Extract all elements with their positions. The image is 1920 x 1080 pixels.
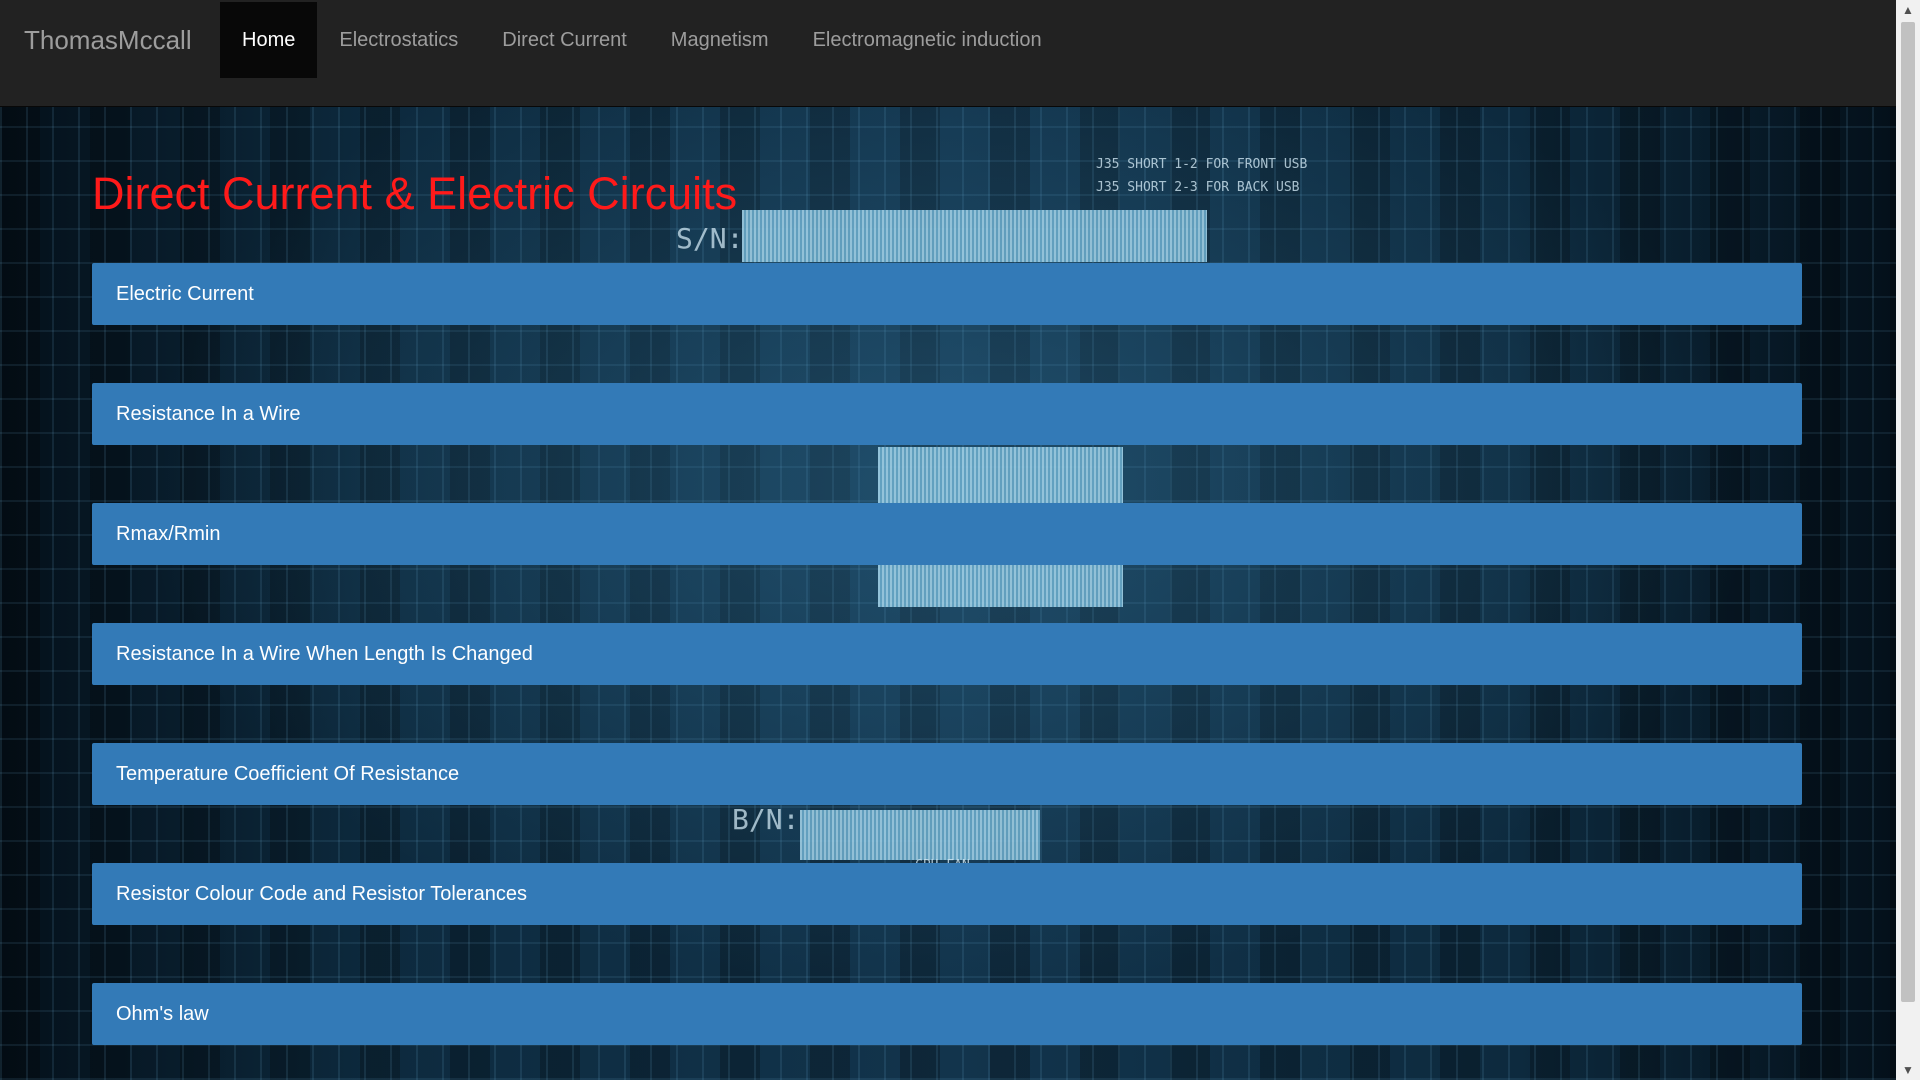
- main-nav: Home Electrostatics Direct Current Magne…: [220, 2, 1064, 78]
- nav-magnetism[interactable]: Magnetism: [649, 2, 791, 78]
- nav-home[interactable]: Home: [220, 2, 318, 78]
- nav-direct-current[interactable]: Direct Current: [480, 2, 648, 78]
- topic-resistor-colour-code[interactable]: Resistor Colour Code and Resistor Tolera…: [92, 863, 1802, 925]
- topic-temperature-coefficient[interactable]: Temperature Coefficient Of Resistance: [92, 743, 1802, 805]
- topic-electric-current[interactable]: Electric Current: [92, 263, 1802, 325]
- scroll-down-arrow-icon[interactable]: ▼: [1896, 1060, 1920, 1080]
- topic-resistance-in-a-wire[interactable]: Resistance In a Wire: [92, 383, 1802, 445]
- vertical-scrollbar[interactable]: ▲ ▼: [1896, 0, 1920, 1080]
- top-navbar: ThomasMccall Home Electrostatics Direct …: [0, 0, 1896, 107]
- scroll-up-arrow-icon[interactable]: ▲: [1896, 0, 1920, 20]
- page-title: Direct Current & Electric Circuits: [92, 168, 738, 219]
- serial-label: S/N:: [676, 222, 744, 255]
- topic-list: Electric Current Resistance In a Wire Rm…: [92, 263, 1802, 1080]
- topic-resistance-length-changed[interactable]: Resistance In a Wire When Length Is Chan…: [92, 623, 1802, 685]
- topic-ohms-law[interactable]: Ohm's law: [92, 983, 1802, 1045]
- usb-connector-graphic: [742, 210, 1207, 262]
- brand-link[interactable]: ThomasMccall: [24, 24, 192, 56]
- nav-electrostatics[interactable]: Electrostatics: [317, 2, 480, 78]
- jumper-note-front: J35 SHORT 1-2 FOR FRONT USB: [1096, 157, 1308, 172]
- topic-rmax-rmin[interactable]: Rmax/Rmin: [92, 503, 1802, 565]
- jumper-note-back: J35 SHORT 2-3 FOR BACK USB: [1096, 180, 1300, 195]
- nav-electromagnetic-induction[interactable]: Electromagnetic induction: [791, 2, 1064, 78]
- scrollbar-thumb[interactable]: [1901, 22, 1915, 1002]
